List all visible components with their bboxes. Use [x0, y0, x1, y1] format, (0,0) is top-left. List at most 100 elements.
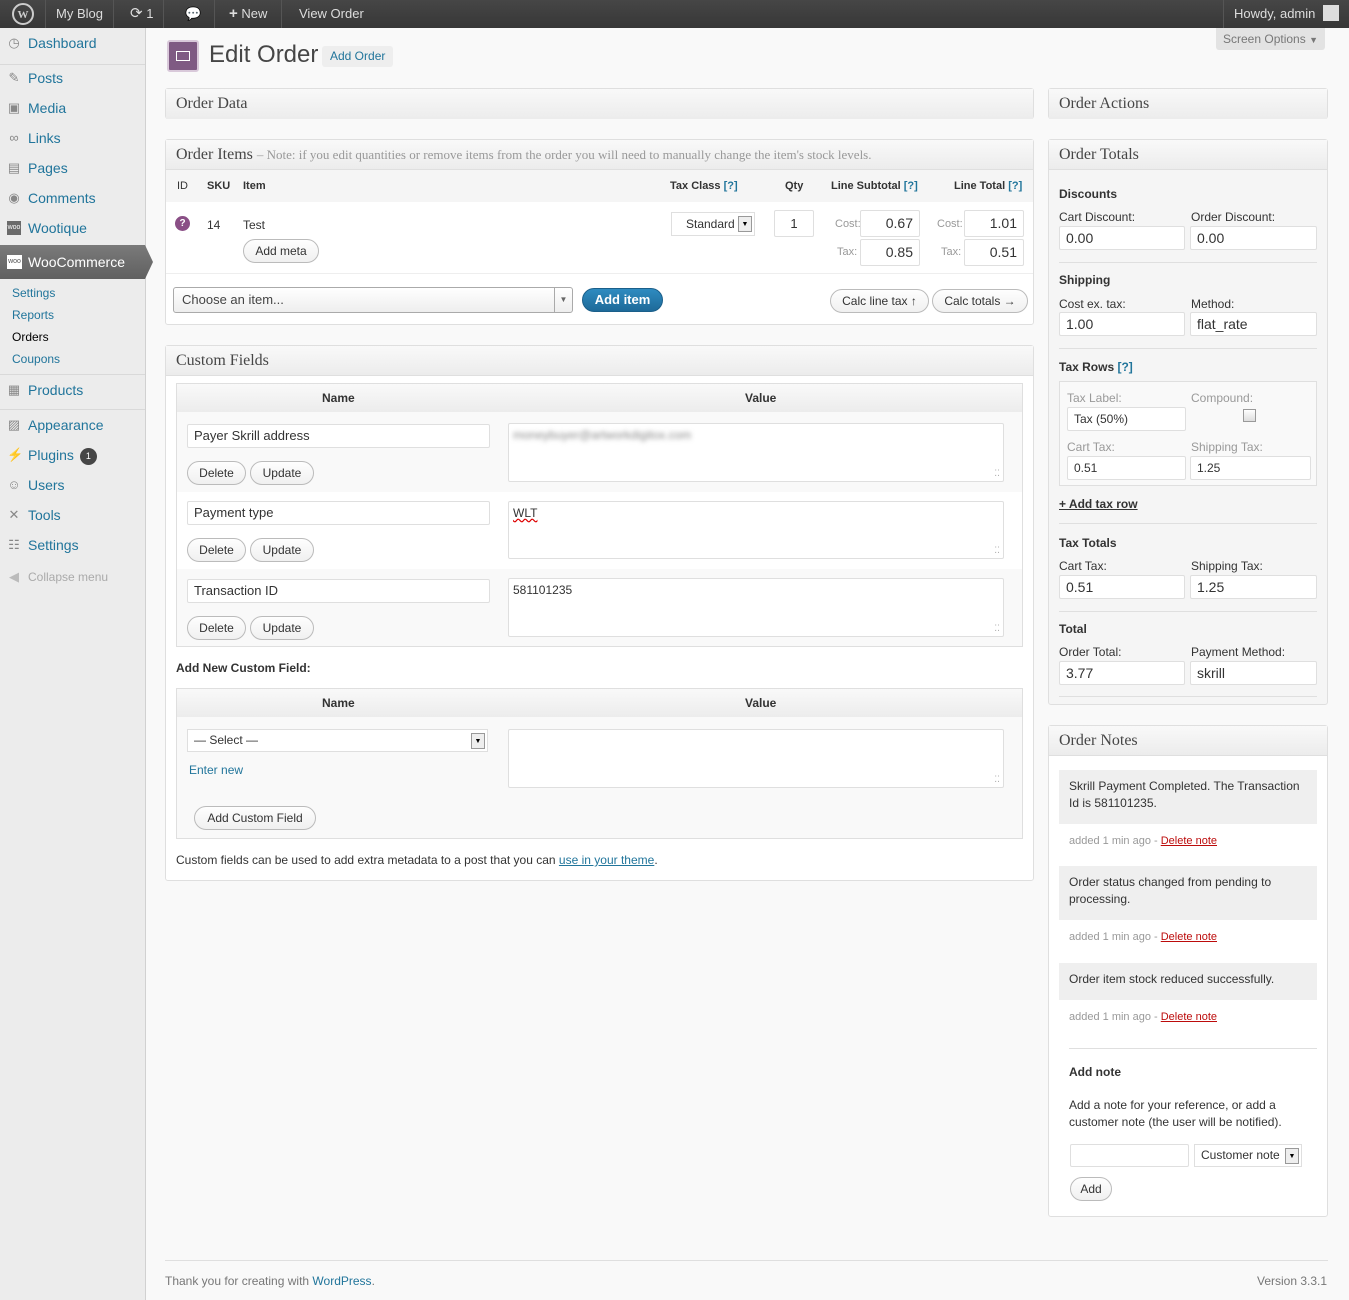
- custom-field-value-textarea[interactable]: WLT ⁚⁚: [508, 501, 1004, 559]
- custom-field-value-textarea[interactable]: moneybuyer@artworkdigitox.com ⁚⁚: [508, 423, 1004, 482]
- shipping-method-input[interactable]: flat_rate: [1190, 312, 1317, 336]
- submenu-settings[interactable]: Settings: [12, 286, 55, 300]
- tax-totals-cart-tax-input[interactable]: 0.51: [1059, 575, 1185, 599]
- choose-item-select[interactable]: Choose an item... ▼: [173, 287, 573, 313]
- tax-class-value: Standard: [686, 217, 735, 231]
- add-note-input[interactable]: [1070, 1144, 1189, 1167]
- payment-method-input[interactable]: skrill: [1190, 661, 1317, 685]
- submenu-orders[interactable]: Orders: [12, 330, 49, 344]
- tax-totals-shipping-tax-input[interactable]: 1.25: [1190, 575, 1317, 599]
- add-note-button[interactable]: Add: [1070, 1177, 1112, 1201]
- subtotal-tax-input[interactable]: 0.85: [860, 239, 920, 266]
- menu-tools[interactable]: ✕ Tools: [0, 500, 145, 530]
- tax-class-help-link[interactable]: [?]: [724, 180, 738, 192]
- delete-button[interactable]: Delete: [187, 538, 246, 562]
- menu-pages[interactable]: ▤ Pages: [0, 153, 145, 183]
- total-cost-label: Cost:: [937, 218, 963, 230]
- use-in-theme-link[interactable]: use in your theme: [559, 853, 654, 867]
- wordpress-logo-icon[interactable]: W: [0, 0, 46, 28]
- custom-field-name-input[interactable]: Transaction ID: [187, 579, 490, 603]
- submenu-coupons[interactable]: Coupons: [12, 352, 60, 366]
- submenu-reports[interactable]: Reports: [12, 308, 54, 322]
- menu-users[interactable]: ☺ Users: [0, 470, 145, 500]
- tax-class-select[interactable]: Standard ▼: [671, 212, 755, 236]
- menu-posts[interactable]: ✎ Posts: [0, 63, 145, 93]
- update-button[interactable]: Update: [250, 538, 314, 562]
- menu-appearance[interactable]: ▨ Appearance: [0, 410, 145, 440]
- enter-new-link[interactable]: Enter new: [189, 763, 243, 777]
- add-tax-row-link[interactable]: + Add tax row: [1059, 497, 1138, 511]
- menu-links[interactable]: ∞ Links: [0, 123, 145, 153]
- add-meta-button[interactable]: Add meta: [243, 239, 319, 263]
- order-data-title[interactable]: Order Data: [166, 89, 1033, 119]
- menu-wootique[interactable]: woo Wootique: [0, 213, 145, 243]
- cost-ex-tax-label: Cost ex. tax:: [1059, 297, 1126, 311]
- note-type-select[interactable]: Customer note ▼: [1194, 1144, 1302, 1167]
- qty-input[interactable]: 1: [774, 210, 814, 237]
- col-line-subtotal: Line Subtotal: [831, 180, 901, 192]
- total-cost-input[interactable]: 1.01: [964, 210, 1024, 237]
- add-item-button[interactable]: Add item: [582, 288, 663, 312]
- menu-woocommerce[interactable]: woo WooCommerce: [0, 245, 153, 279]
- note-timestamp: added 1 min ago -: [1069, 1011, 1161, 1023]
- custom-field-name-input[interactable]: Payer Skrill address: [187, 424, 490, 448]
- screen-options-button[interactable]: Screen Options ▼: [1216, 28, 1325, 50]
- svg-text:W: W: [18, 9, 29, 21]
- tax-row-cart-tax-input[interactable]: 0.51: [1067, 456, 1186, 480]
- delete-button[interactable]: Delete: [187, 616, 246, 640]
- tax-rows-help-link[interactable]: [?]: [1117, 360, 1132, 374]
- wordpress-link[interactable]: WordPress: [312, 1274, 371, 1288]
- delete-button[interactable]: Delete: [187, 461, 246, 485]
- menu-comments[interactable]: ◉ Comments: [0, 183, 145, 213]
- delete-note-link[interactable]: Delete note: [1161, 1011, 1217, 1023]
- delete-note-link[interactable]: Delete note: [1161, 835, 1217, 847]
- menu-plugins[interactable]: ⚡ Plugins 1: [0, 440, 145, 470]
- custom-field-value-textarea[interactable]: 581101235 ⁚⁚: [508, 578, 1004, 637]
- cart-discount-input[interactable]: 0.00: [1059, 226, 1185, 250]
- calc-totals-button[interactable]: Calc totals →: [932, 289, 1028, 313]
- order-items-header[interactable]: Order Items – Note: if you edit quantiti…: [166, 140, 1033, 170]
- new-link[interactable]: + New: [215, 0, 283, 28]
- line-subtotal-help-link[interactable]: [?]: [904, 180, 918, 192]
- new-custom-field-value-textarea[interactable]: ⁚⁚: [508, 729, 1004, 788]
- shipping-cost-input[interactable]: 1.00: [1059, 312, 1185, 336]
- update-button[interactable]: Update: [250, 616, 314, 640]
- custom-fields-title[interactable]: Custom Fields: [166, 346, 1033, 376]
- tax-row-shipping-tax-input[interactable]: 1.25: [1190, 456, 1311, 480]
- help-circle-icon[interactable]: ?: [175, 216, 190, 231]
- tax-label-input[interactable]: Tax (50%): [1067, 407, 1186, 431]
- custom-field-key-select[interactable]: — Select — ▼: [187, 729, 488, 752]
- order-discount-input[interactable]: 0.00: [1190, 226, 1317, 250]
- menu-products[interactable]: ▦ Products: [0, 375, 145, 405]
- subtotal-tax-label: Tax:: [837, 246, 858, 258]
- order-actions-title[interactable]: Order Actions: [1049, 89, 1327, 119]
- updates-link[interactable]: ⟳ 1: [120, 0, 165, 28]
- collapse-menu[interactable]: ◀ Collapse menu: [0, 562, 145, 592]
- comments-icon[interactable]: 💬: [173, 0, 215, 28]
- add-order-button[interactable]: Add Order: [322, 46, 394, 67]
- view-order-link[interactable]: View Order: [287, 0, 376, 28]
- item-name[interactable]: Test: [243, 218, 265, 232]
- woo-icon: woo: [7, 255, 22, 269]
- line-total-help-link[interactable]: [?]: [1008, 180, 1022, 192]
- site-name-link[interactable]: My Blog: [46, 0, 114, 28]
- compound-checkbox[interactable]: [1243, 409, 1256, 422]
- order-total-input[interactable]: 3.77: [1059, 661, 1185, 685]
- subtotal-cost-input[interactable]: 0.67: [860, 210, 920, 237]
- total-tax-label: Tax:: [941, 246, 962, 258]
- calc-line-tax-button[interactable]: Calc line tax ↑: [830, 289, 929, 313]
- menu-dashboard[interactable]: ◷ Dashboard: [0, 28, 145, 58]
- custom-field-name-input[interactable]: Payment type: [187, 501, 490, 525]
- delete-note-link[interactable]: Delete note: [1161, 931, 1217, 943]
- total-tax-input[interactable]: 0.51: [964, 239, 1024, 266]
- howdy-account[interactable]: Howdy, admin: [1222, 0, 1349, 28]
- order-totals-title[interactable]: Order Totals: [1049, 140, 1327, 170]
- col-value: Value: [745, 696, 777, 710]
- order-items-title: Order Items: [176, 146, 253, 163]
- menu-media[interactable]: ▣ Media: [0, 93, 145, 123]
- update-button[interactable]: Update: [250, 461, 314, 485]
- compound-label: Compound:: [1191, 391, 1254, 405]
- menu-settings[interactable]: ☷ Settings: [0, 530, 145, 560]
- add-custom-field-button[interactable]: Add Custom Field: [194, 806, 316, 830]
- order-notes-title[interactable]: Order Notes: [1049, 726, 1327, 756]
